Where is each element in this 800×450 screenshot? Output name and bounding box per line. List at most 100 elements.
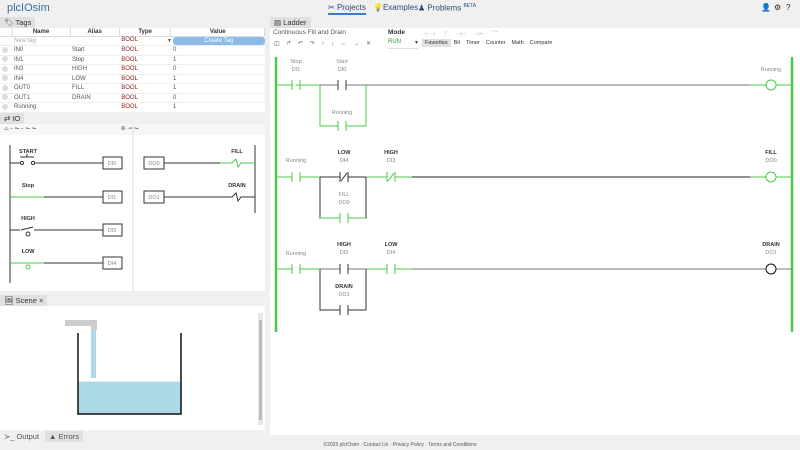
svg-text:Stop: Stop	[290, 59, 301, 65]
tag-row[interactable]: IN1 Stop BOOL 1	[0, 55, 265, 65]
tag-row[interactable]: OUT1 DRAIN BOOL 0	[0, 93, 265, 103]
tag-status-dot	[2, 103, 8, 110]
svg-text:DI4: DI4	[108, 261, 117, 267]
terms-link[interactable]: Terms and Conditions	[428, 442, 476, 448]
svg-text:DI1: DI1	[108, 195, 117, 201]
svg-text:DRAIN: DRAIN	[335, 284, 352, 290]
tag-value[interactable]: 0	[170, 45, 265, 56]
water-level	[78, 381, 181, 414]
tag-name[interactable]: OUT1	[12, 93, 71, 103]
tag-name[interactable]: IN4	[12, 74, 71, 84]
help-icon[interactable]: ?	[786, 3, 790, 12]
nav-examples-label: Examples	[382, 3, 419, 12]
tag-value[interactable]: 1	[170, 55, 265, 65]
gear-icon[interactable]: ⚙	[774, 3, 781, 12]
nav-projects[interactable]: ✂ Projects	[328, 3, 366, 15]
svg-text:FILL: FILL	[231, 149, 243, 155]
tag-alias[interactable]: Start	[70, 45, 120, 56]
svg-text:DI3: DI3	[340, 250, 349, 256]
nav-examples[interactable]: 💡Examples	[373, 3, 418, 12]
tag-status-dot	[2, 75, 8, 82]
tag-row[interactable]: IN3 HIGH BOOL 0	[0, 64, 265, 75]
tag-name[interactable]: IN0	[12, 45, 71, 56]
svg-text:FILL: FILL	[338, 192, 349, 198]
tag-type[interactable]: BOOL	[119, 93, 171, 103]
col-value: Value	[170, 28, 265, 37]
svg-text:LOW: LOW	[22, 249, 36, 255]
svg-text:DI1: DI1	[292, 67, 301, 73]
tag-value[interactable]: 1	[170, 102, 265, 113]
tag-type[interactable]: BOOL	[119, 45, 171, 56]
svg-text:LOW: LOW	[338, 150, 352, 156]
output-tab[interactable]: ≻_ Output	[0, 431, 44, 442]
tag-alias[interactable]: FILL	[70, 83, 120, 94]
svg-text:HIGH: HIGH	[384, 150, 398, 156]
col-name: Name	[12, 28, 71, 37]
io-input-low[interactable]: LOW DI4	[10, 249, 123, 270]
logo[interactable]: plcIOsim	[7, 2, 50, 14]
tag-row[interactable]: IN0 Start BOOL 0	[0, 45, 265, 56]
io-output-fill[interactable]: FILL DO0	[143, 149, 255, 170]
tag-type[interactable]: BOOL	[119, 55, 171, 65]
svg-text:Running: Running	[761, 67, 782, 73]
tag-alias[interactable]: Stop	[70, 55, 120, 65]
errors-tab[interactable]: ▲ Errors	[45, 431, 83, 442]
tag-name[interactable]: OUT0	[12, 83, 71, 94]
svg-text:Start: Start	[336, 59, 348, 65]
tag-alias[interactable]: HIGH	[70, 64, 120, 75]
tag-type[interactable]: BOOL	[119, 64, 171, 75]
tag-row[interactable]: OUT0 FILL BOOL 1	[0, 83, 265, 94]
tag-row[interactable]: Running BOOL 1	[0, 102, 265, 113]
ladder-panel: ▤ Ladder Continuous Fill and Drain Mode …	[270, 17, 800, 435]
tag-value[interactable]: 1	[170, 74, 265, 84]
tag-name[interactable]: IN1	[12, 55, 71, 65]
beta-badge: BETA	[463, 3, 477, 9]
rung-3[interactable]: Running HIGH DI3 LOW DI4 DRAIN DO1 DRAIN DO1	[277, 242, 792, 315]
tag-type[interactable]: BOOL	[119, 83, 171, 94]
io-output-drain[interactable]: DRAIN DO1	[143, 183, 255, 204]
nav-problems[interactable]: ♟ Problems BETA	[418, 3, 476, 13]
svg-text:DO0: DO0	[338, 200, 349, 206]
bottom-tabs: ≻_ Output ▲ Errors	[0, 431, 265, 442]
svg-text:DO0: DO0	[765, 158, 776, 164]
top-bar: plcIOsim ✂ Projects 💡Examples ♟ Problems…	[0, 0, 800, 16]
svg-text:DO1: DO1	[338, 292, 349, 298]
tag-name[interactable]: IN3	[12, 64, 71, 75]
svg-text:FILL: FILL	[765, 150, 777, 156]
tag-alias[interactable]: DRAIN	[70, 93, 120, 103]
rung-1[interactable]: Stop DI1 Start DI0 Running Running	[277, 59, 792, 131]
tag-status-dot	[2, 65, 8, 72]
tags-panel: 🏷 Tags Name Alias Type Value New tag BOOL ▾ C…	[0, 17, 265, 113]
col-alias: Alias	[70, 28, 120, 37]
new-alias-input[interactable]	[70, 36, 120, 46]
tag-value[interactable]: 0	[170, 93, 265, 103]
user-icon[interactable]: 👤	[761, 3, 771, 12]
io-input-high[interactable]: HIGH DI3	[10, 216, 123, 237]
tag-row[interactable]: IN4 LOW BOOL 1	[0, 74, 265, 84]
contact-link[interactable]: Contact Us	[364, 442, 389, 448]
svg-text:Running: Running	[332, 110, 353, 116]
tags-tab[interactable]: 🏷 Tags	[0, 17, 36, 28]
svg-text:DI3: DI3	[387, 158, 396, 164]
tag-name[interactable]: Running	[12, 102, 71, 113]
tag-alias[interactable]: LOW	[70, 74, 120, 84]
svg-text:DRAIN: DRAIN	[228, 183, 245, 189]
privacy-link[interactable]: Privacy Policy	[393, 442, 424, 448]
water-stream	[91, 330, 96, 378]
new-type-select[interactable]: BOOL ▾	[119, 36, 171, 46]
tags-title: Tags	[15, 18, 32, 27]
io-input-stop[interactable]: Stop DI1	[10, 183, 123, 204]
new-tag-input[interactable]: New tag	[12, 36, 71, 46]
col-type: Type	[119, 28, 172, 37]
tag-alias[interactable]	[70, 102, 120, 113]
tag-type[interactable]: BOOL	[119, 74, 171, 84]
create-tag-button[interactable]: Create Tag	[172, 36, 265, 45]
io-input-start[interactable]: START DI0	[10, 149, 123, 170]
tag-value[interactable]: 0	[170, 64, 265, 75]
tag-type[interactable]: BOOL	[119, 102, 171, 113]
svg-text:Stop: Stop	[22, 183, 35, 189]
svg-text:DO1: DO1	[765, 250, 776, 256]
rung-2[interactable]: Running LOW DI4 HIGH DI3 FILL DO0 FILL DO0	[277, 150, 792, 223]
svg-text:DI3: DI3	[108, 228, 117, 234]
tag-value[interactable]: 1	[170, 83, 265, 94]
